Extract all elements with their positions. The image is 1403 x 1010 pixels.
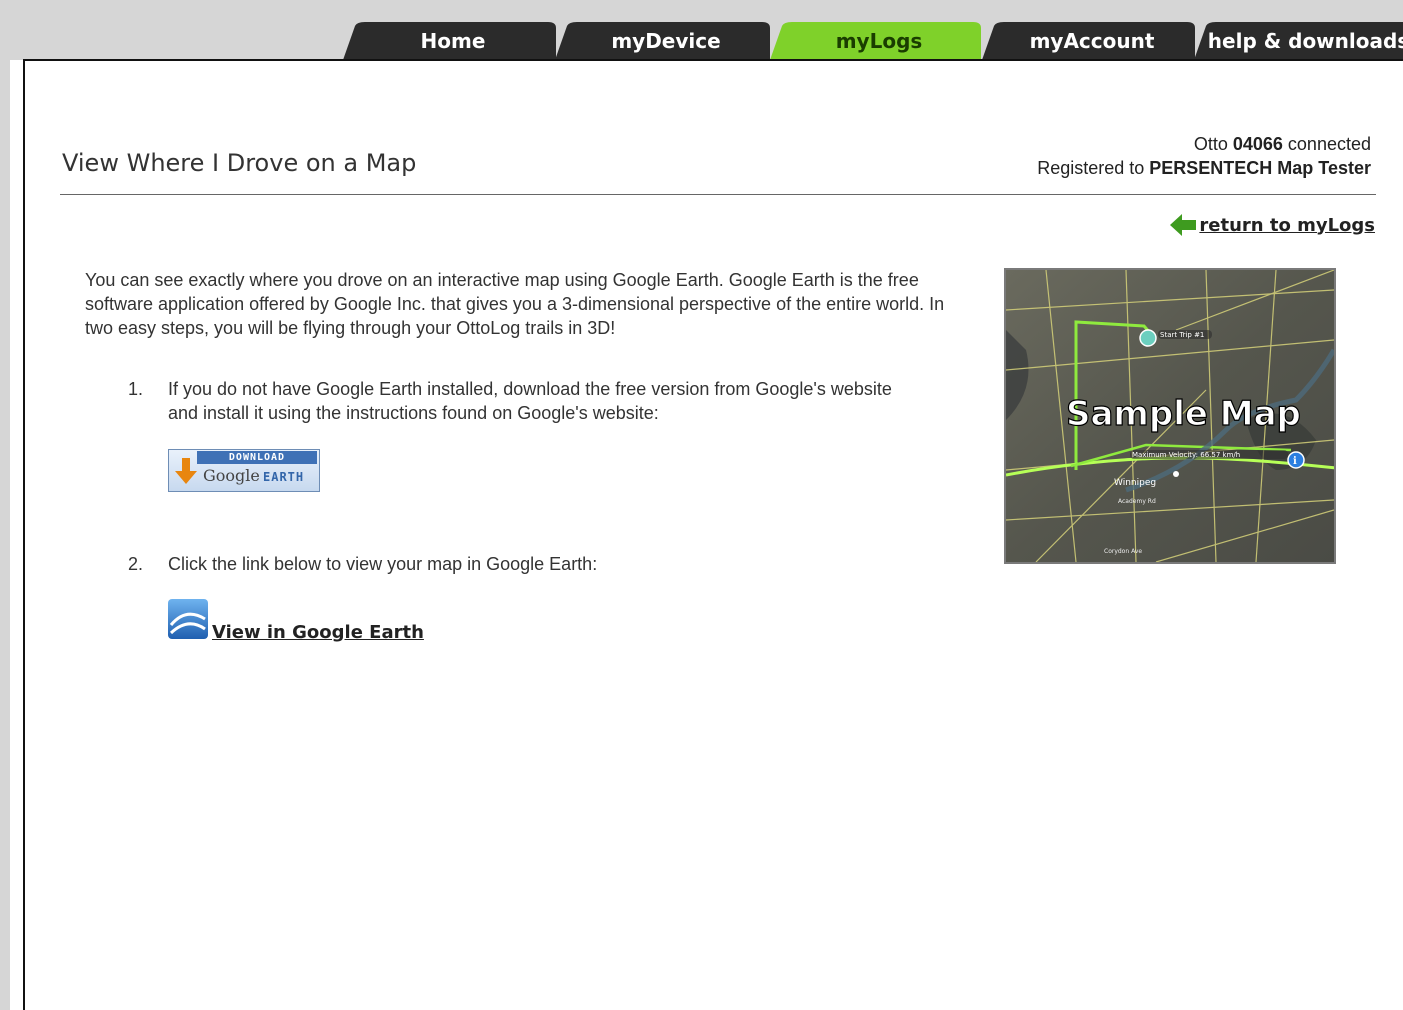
map-velocity-label: Maximum Velocity: 66.57 km/h	[1132, 451, 1240, 459]
left-background	[0, 0, 10, 1010]
step-2-number: 2.	[128, 554, 144, 574]
tab-help-downloads[interactable]: help & downloads	[1194, 22, 1403, 60]
step-1-text: If you do not have Google Earth installe…	[168, 379, 892, 423]
google-earth-icon[interactable]	[168, 599, 208, 639]
return-to-mylogs[interactable]: return to myLogs	[1170, 214, 1375, 236]
registration: Registered to PERSENTECH Map Tester	[1037, 156, 1371, 180]
tab-mydevice[interactable]: myDevice	[555, 22, 777, 60]
device-connection: Otto 04066 connected	[1037, 132, 1371, 156]
content-frame-top	[23, 59, 1403, 61]
download-google-earth-button[interactable]: DOWNLOAD Google EARTH	[168, 449, 320, 492]
download-google-text: Google	[203, 466, 260, 485]
tab-home-label: Home	[420, 29, 486, 53]
return-link[interactable]: return to myLogs	[1199, 215, 1375, 236]
tab-mylogs[interactable]: myLogs	[770, 22, 988, 60]
view-in-google-earth-link[interactable]: View in Google Earth	[212, 622, 424, 643]
registered-name: PERSENTECH Map Tester	[1149, 158, 1371, 178]
device-prefix: Otto	[1193, 134, 1228, 154]
intro-text: You can see exactly where you drove on a…	[85, 270, 945, 338]
step-2: 2. Click the link below to view your map…	[128, 552, 908, 576]
map-street-1: Academy Rd	[1118, 498, 1156, 505]
tab-myaccount-label: myAccount	[1029, 29, 1155, 53]
device-id: 04066	[1232, 134, 1283, 154]
step-1-number: 1.	[128, 379, 144, 399]
map-start-label: Start Trip #1	[1160, 331, 1204, 339]
tab-home[interactable]: Home	[343, 22, 563, 60]
sample-map-image: Start Trip #1 Maximum Velocity: 66.57 km…	[1004, 268, 1336, 564]
tab-mydevice-label: myDevice	[611, 29, 721, 53]
device-status: Otto 04066 connected Registered to PERSE…	[1037, 132, 1371, 180]
page-title: View Where I Drove on a Map	[62, 149, 417, 177]
device-suffix: connected	[1287, 134, 1371, 154]
view-in-google-earth[interactable]: View in Google Earth	[168, 599, 424, 643]
download-earth-text: EARTH	[263, 470, 305, 484]
tab-myaccount[interactable]: myAccount	[982, 22, 1202, 60]
tab-help-downloads-label: help & downloads	[1207, 29, 1403, 53]
step-1: 1. If you do not have Google Earth insta…	[128, 377, 908, 425]
svg-text:i: i	[1293, 456, 1297, 467]
map-city-label: Winnipeg	[1114, 478, 1156, 488]
step-2-text: Click the link below to view your map in…	[168, 554, 598, 574]
green-arrow-left-icon[interactable]	[1170, 214, 1197, 236]
main-nav: Home myDevice myLogs myAccount help & do…	[0, 22, 1403, 60]
header-divider	[60, 194, 1376, 195]
download-label: DOWNLOAD	[197, 451, 317, 464]
registered-prefix: Registered to	[1037, 158, 1145, 178]
download-arrow-icon	[175, 458, 197, 484]
map-street-2: Corydon Ave	[1104, 548, 1142, 555]
tab-mylogs-label: myLogs	[835, 29, 923, 53]
sample-map-overlay-text: Sample Map	[1066, 394, 1301, 434]
content-frame-left	[23, 59, 25, 1010]
